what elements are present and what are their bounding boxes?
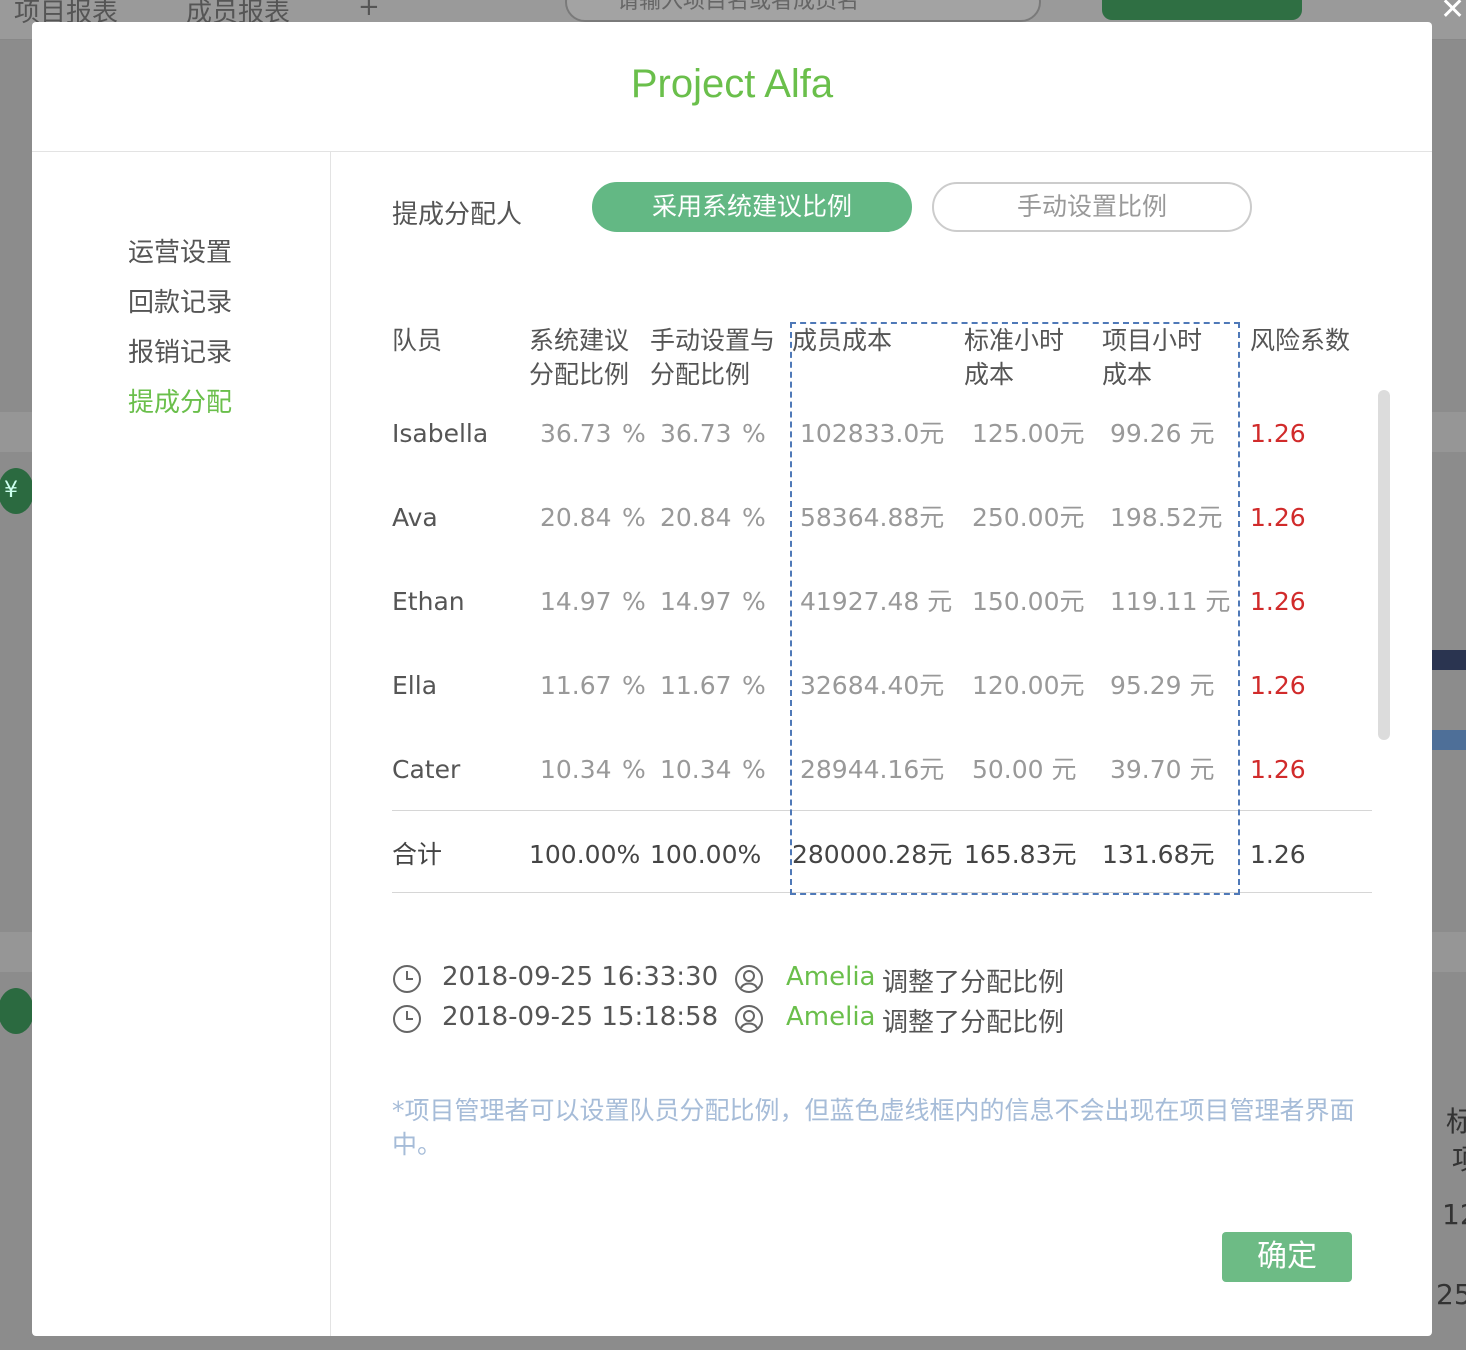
row-manual-unit: %: [742, 587, 766, 616]
row-risk-factor: 1.26: [1250, 503, 1306, 532]
row-manual-ratio-input[interactable]: 20.84: [660, 503, 732, 533]
bg-side-text: 项: [1452, 1138, 1466, 1178]
user-icon: [735, 965, 763, 993]
row-name: Ethan: [392, 587, 465, 616]
modal-sidebar: 运营设置 回款记录 报销记录 提成分配: [32, 152, 331, 1336]
bg-side-text: 12: [1442, 1198, 1466, 1231]
bg-bar: [1432, 730, 1466, 750]
user-icon: [735, 1005, 763, 1033]
assign-label: 提成分配人: [392, 200, 523, 230]
row-manual-unit: %: [742, 755, 766, 784]
total-label: 合计: [392, 840, 443, 869]
row-system-unit: %: [622, 503, 646, 532]
row-system-ratio: 20.84: [540, 503, 612, 532]
commission-modal: Project Alfa 运营设置 回款记录 报销记录 提成分配 提成分配人 采…: [32, 22, 1432, 1336]
row-manual-unit: %: [742, 503, 766, 532]
clock-icon: [393, 965, 421, 993]
log-user-name: Amelia: [786, 962, 876, 992]
header-member: 队员: [392, 326, 443, 355]
sidebar-item-reimbursement[interactable]: 报销记录: [128, 332, 232, 369]
total-manual-ratio: 100.00%: [650, 840, 762, 869]
sidebar-item-commission[interactable]: 提成分配: [128, 382, 232, 419]
row-system-unit: %: [622, 419, 646, 448]
log-action: 调整了分配比例: [882, 968, 1065, 998]
bg-add-icon: +: [358, 0, 380, 22]
row-name: Cater: [392, 755, 461, 784]
row-name: Ella: [392, 671, 438, 700]
total-risk-factor: 1.26: [1250, 840, 1306, 869]
log-time: 2018-09-25 16:33:30: [442, 962, 719, 992]
hidden-info-dashed-box: [790, 322, 1240, 895]
header-risk-factor: 风险系数: [1250, 326, 1351, 355]
row-risk-factor: 1.26: [1250, 671, 1306, 700]
row-risk-factor: 1.26: [1250, 587, 1306, 616]
clock-icon: [393, 1005, 421, 1033]
row-name: Isabella: [392, 419, 489, 448]
row-manual-ratio-input[interactable]: 36.73: [660, 419, 732, 449]
manual-ratio-button[interactable]: 手动设置比例: [932, 182, 1252, 232]
log-action: 调整了分配比例: [882, 1008, 1065, 1038]
row-risk-factor: 1.26: [1250, 755, 1306, 784]
row-system-ratio: 14.97: [540, 587, 612, 616]
row-risk-factor: 1.26: [1250, 419, 1306, 448]
bg-search-input: 请输入项目名或者成员名: [565, 0, 1041, 22]
bg-green-button: [1102, 0, 1302, 20]
row-system-unit: %: [622, 755, 646, 784]
log-time: 2018-09-25 15:18:58: [442, 1002, 719, 1032]
row-manual-ratio-input[interactable]: 11.67: [660, 671, 732, 701]
table-scrollbar[interactable]: [1378, 390, 1390, 740]
row-system-ratio: 36.73: [540, 419, 612, 448]
info-note: *项目管理者可以设置队员分配比例，但蓝色虚线框内的信息不会出现在项目管理者界面中…: [392, 1096, 1355, 1159]
header-system-ratio: 系统建议 分配比例: [529, 326, 630, 389]
modal-title: Project Alfa: [630, 62, 834, 106]
row-system-ratio: 11.67: [540, 671, 612, 700]
bg-close-icon: ✕: [1440, 0, 1466, 27]
bg-yen-icon: ¥: [0, 468, 34, 514]
header-manual-ratio: 手动设置与 分配比例: [650, 326, 776, 389]
log-user-name: Amelia: [786, 1002, 876, 1032]
bg-side-text: 25: [1436, 1278, 1466, 1311]
sidebar-item-payments[interactable]: 回款记录: [128, 282, 232, 319]
system-ratio-button[interactable]: 采用系统建议比例: [592, 182, 912, 232]
row-manual-unit: %: [742, 671, 766, 700]
row-manual-unit: %: [742, 419, 766, 448]
bg-side-text: 标: [1446, 1105, 1466, 1138]
confirm-button[interactable]: 确定: [1222, 1232, 1352, 1282]
bg-bar: [1432, 650, 1466, 670]
total-system-ratio: 100.00%: [529, 840, 641, 869]
row-name: Ava: [392, 503, 438, 532]
row-manual-ratio-input[interactable]: 14.97: [660, 587, 732, 617]
row-system-unit: %: [622, 671, 646, 700]
bg-user-icon: [0, 988, 34, 1034]
sidebar-item-operations[interactable]: 运营设置: [128, 232, 232, 269]
row-manual-ratio-input[interactable]: 10.34: [660, 755, 732, 785]
row-system-unit: %: [622, 587, 646, 616]
row-system-ratio: 10.34: [540, 755, 612, 784]
modal-header: Project Alfa: [32, 22, 1432, 152]
